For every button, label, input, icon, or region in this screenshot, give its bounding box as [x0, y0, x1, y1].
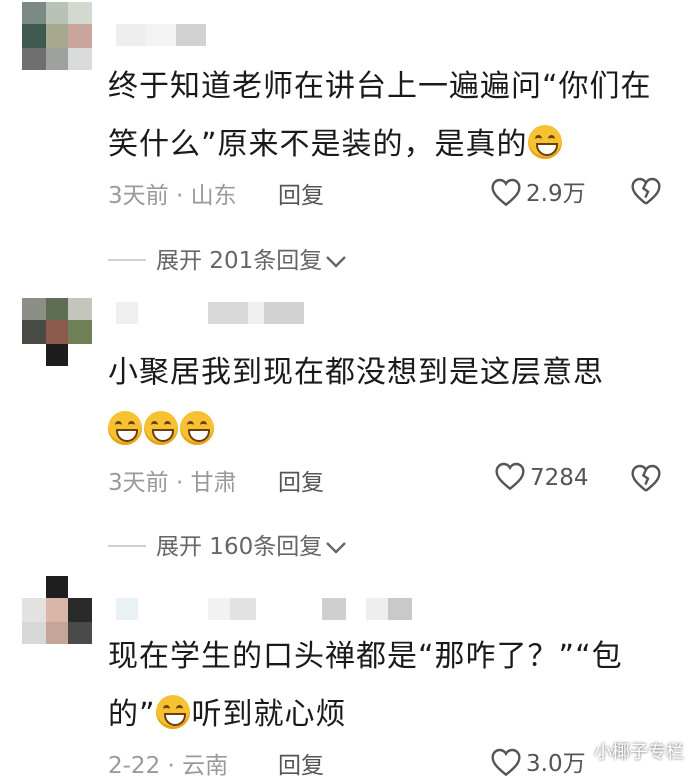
grinning-emoji-icon — [180, 411, 214, 445]
comment-meta: 2-22 · 云南 — [108, 753, 229, 779]
grinning-emoji-icon — [144, 411, 178, 445]
dislike-button[interactable] — [630, 463, 662, 497]
heart-outline-icon — [491, 178, 521, 207]
heart-outline-icon — [491, 748, 521, 777]
avatar[interactable] — [22, 2, 92, 70]
comment-meta: 3天前 · 山东 — [108, 183, 237, 209]
expand-replies-button[interactable]: 展开 201条回复 — [108, 241, 348, 275]
grinning-emoji-icon — [108, 411, 142, 445]
chevron-down-icon — [326, 542, 347, 554]
like-button[interactable]: 3.0万 — [490, 744, 586, 778]
avatar[interactable] — [22, 298, 92, 366]
comment-text: 现在学生的口头禅都是“那咋了？”“包的” 听到就心烦 — [108, 639, 623, 732]
broken-heart-icon — [631, 177, 661, 205]
comment-text: 终于知道老师在讲台上一遍遍问“你们在笑什么”原来不是装的，是真的 — [108, 69, 652, 162]
like-count: 7284 — [530, 465, 589, 491]
winking-tongue-emoji-icon — [155, 695, 190, 729]
comment-meta: 3天前 · 甘肃 — [108, 470, 237, 496]
reply-button[interactable]: 回复 — [278, 746, 324, 780]
expand-replies-button[interactable]: 展开 160条回复 — [108, 527, 348, 561]
comment-text: 小聚居我到现在都没想到是这层意思 — [108, 344, 668, 460]
chevron-down-icon — [326, 256, 347, 268]
divider-dash — [108, 259, 146, 261]
grinning-emoji-icon — [527, 125, 562, 159]
watermark: 小椰子专栏 — [594, 742, 684, 763]
like-button[interactable]: 2.9万 — [490, 174, 586, 208]
reply-button[interactable]: 回复 — [278, 463, 324, 497]
divider-dash — [108, 545, 146, 547]
heart-outline-icon — [495, 462, 525, 491]
like-count: 2.9万 — [526, 181, 586, 207]
dislike-button[interactable] — [630, 176, 662, 210]
expand-label: 展开 160条回复 — [156, 534, 323, 560]
like-count: 3.0万 — [526, 751, 586, 777]
expand-label: 展开 201条回复 — [156, 248, 323, 274]
broken-heart-icon — [631, 464, 661, 492]
like-button[interactable]: 7284 — [494, 461, 589, 491]
reply-button[interactable]: 回复 — [278, 176, 324, 210]
avatar[interactable] — [22, 576, 92, 644]
